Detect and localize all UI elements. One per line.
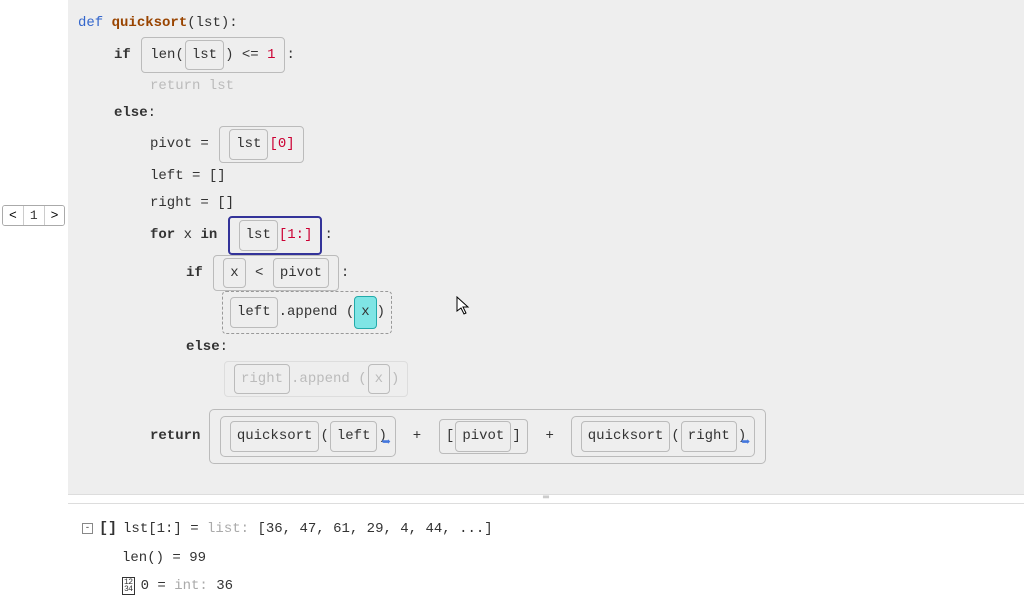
quicksort-box[interactable]: quicksort [581, 421, 671, 452]
expr-box[interactable]: len(lst) <= 1 [141, 37, 284, 74]
expr-box[interactable]: x < pivot [213, 255, 339, 292]
number-icon: 1234 [122, 577, 135, 595]
lst-box[interactable]: lst [185, 40, 224, 71]
code-viewer: def quicksort(lst): if len(lst) <= 1 : r… [68, 0, 1024, 494]
inspector-row-lst-slice[interactable]: - [] lst[1:] = list: [36, 47, 61, 29, 4,… [82, 514, 1010, 544]
right-box[interactable]: right [681, 421, 737, 452]
list-icon: [] [99, 514, 117, 544]
pivot-box[interactable]: pivot [273, 258, 329, 289]
highlighted-x[interactable]: x [354, 296, 376, 329]
expr-box[interactable]: lst[0] [219, 126, 303, 163]
nav-prev-button[interactable]: < [3, 206, 24, 225]
recurse-arrow-icon: ➥ [382, 433, 391, 454]
code-line-if-x: if x < pivot : [78, 255, 1014, 292]
nav-page-number: 1 [24, 206, 45, 225]
current-expr-box[interactable]: lst[1:] [228, 216, 323, 255]
quicksort-right-group[interactable]: quicksort(right) ➥ [571, 416, 755, 457]
return-expr-box[interactable]: quicksort(left) ➥ + [pivot] + quicksort(… [209, 409, 766, 464]
code-line-left-append: left.append (x) [78, 291, 1014, 334]
code-line-right-init: right = [] [78, 190, 1014, 217]
lst-box[interactable]: lst [239, 220, 278, 251]
recurse-arrow-icon: ➥ [741, 433, 750, 454]
code-line-return-lst: return lst [78, 73, 1014, 100]
inspector-row-len[interactable]: len() = 99 [82, 544, 1010, 572]
pending-expr-box[interactable]: left.append (x) [222, 291, 392, 334]
nav-next-button[interactable]: > [45, 206, 65, 225]
expr-box-faded[interactable]: right.append (x) [224, 361, 408, 398]
left-box[interactable]: left [230, 297, 278, 328]
code-line-for: for x in lst[1:] : [78, 216, 1014, 255]
code-line-inner-else: else: [78, 334, 1014, 361]
code-line-return: return quicksort(left) ➥ + [pivot] + qui… [78, 409, 1014, 464]
code-line-right-append: right.append (x) [78, 361, 1014, 398]
inspector-panel: - [] lst[1:] = list: [36, 47, 61, 29, 4,… [68, 504, 1024, 610]
quicksort-left-group[interactable]: quicksort(left) ➥ [220, 416, 396, 457]
code-line-else: else: [78, 100, 1014, 127]
code-line-def: def quicksort(lst): [78, 10, 1014, 37]
lst-box[interactable]: lst [229, 129, 268, 160]
code-line-pivot: pivot = lst[0] [78, 126, 1014, 163]
code-line-left-init: left = [] [78, 163, 1014, 190]
quicksort-box[interactable]: quicksort [230, 421, 320, 452]
splitter-handle[interactable]: ═ [68, 494, 1024, 504]
step-navigator: < 1 > [0, 0, 68, 576]
pivot-list-box[interactable]: [pivot] [439, 419, 528, 454]
tree-collapse-icon[interactable]: - [82, 523, 93, 534]
code-line-if-len: if len(lst) <= 1 : [78, 37, 1014, 74]
x-box[interactable]: x [223, 258, 245, 289]
pivot-box[interactable]: pivot [455, 421, 511, 452]
left-box[interactable]: left [330, 421, 378, 452]
